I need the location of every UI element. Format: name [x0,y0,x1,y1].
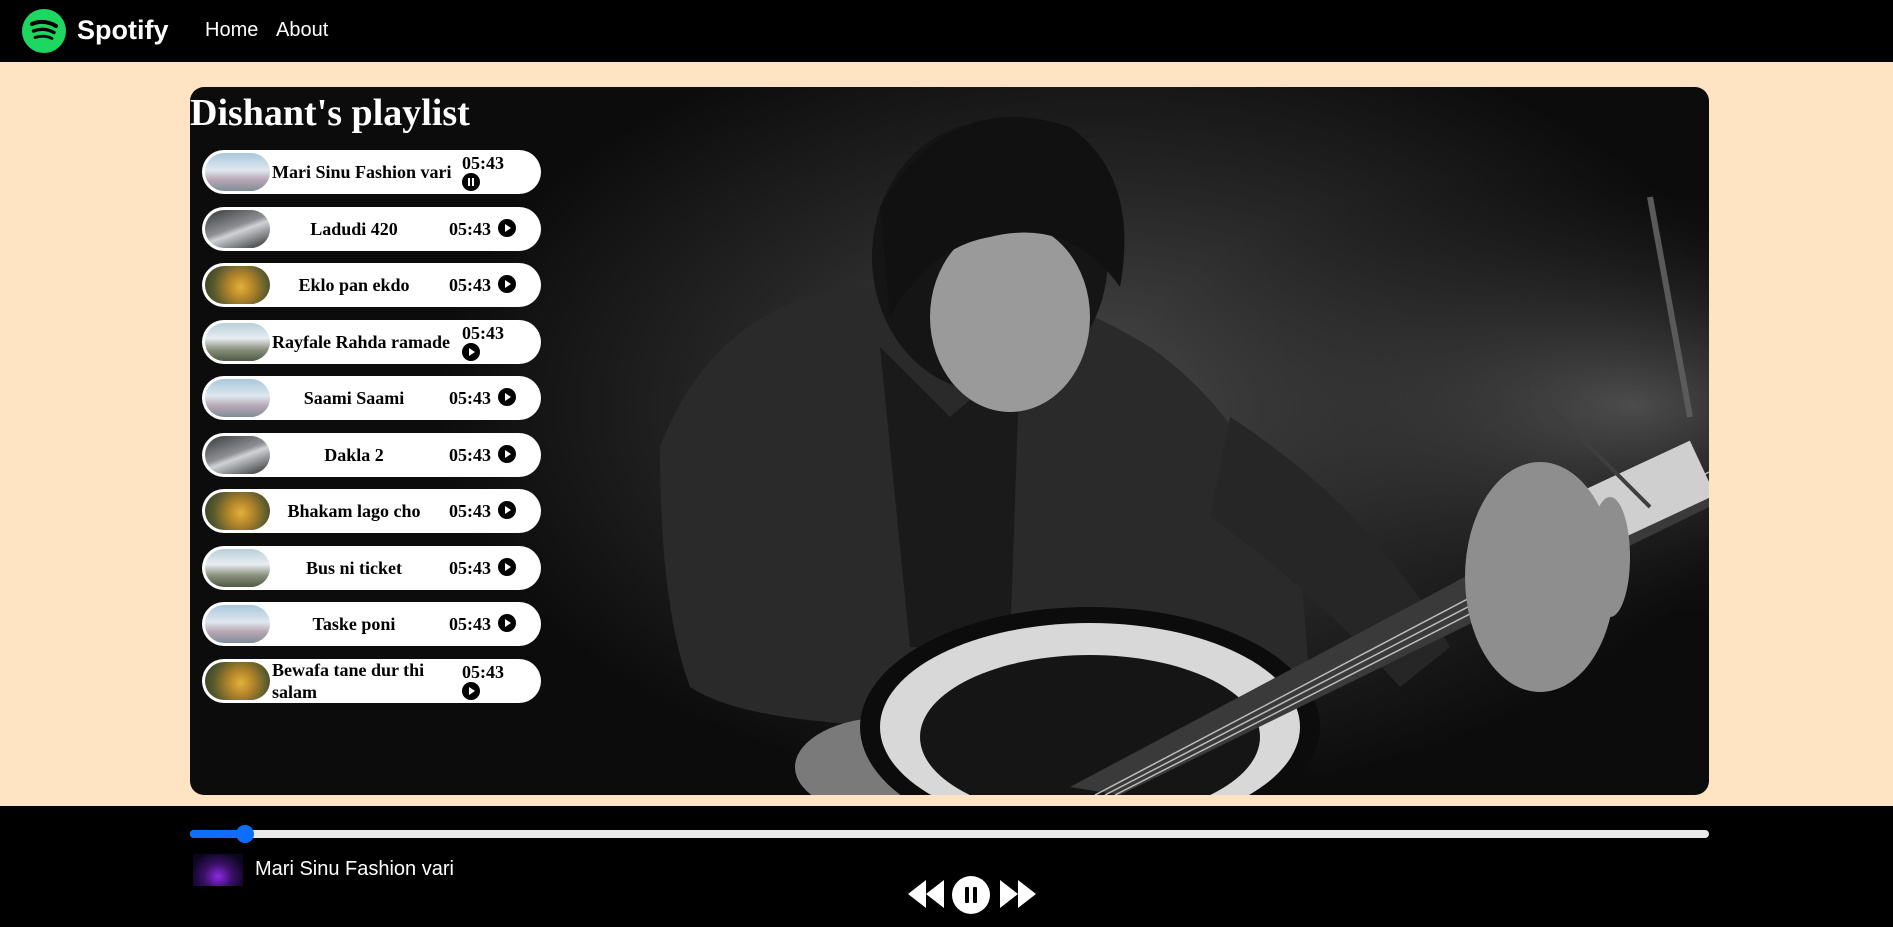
song-name: Mari Sinu Fashion vari [272,162,452,182]
song-name: Saami Saami [303,388,405,408]
song-duration: 05:43 [449,501,491,521]
brand-name[interactable]: Spotify [77,14,169,46]
song-duration: 05:43 [462,322,504,343]
song-duration: 05:43 [449,275,491,295]
song-name: Ladudi 420 [310,218,398,239]
song-duration: 05:43 [449,444,491,465]
song-cover-image [205,435,270,474]
song-item[interactable]: Taske poni 05:43 [202,602,541,646]
song-name: Rayfale Rahda ramade [272,331,450,352]
play-icon[interactable] [498,501,516,519]
song-name: Bewafa tane dur thi salam [272,659,425,702]
song-duration: 05:43 [449,388,491,408]
playlist-title: Dishant's playlist [190,92,470,134]
song-cover-image [205,379,270,417]
song-duration: 05:43 [449,614,491,634]
song-name: Dakla 2 [324,444,384,465]
navbar: Spotify Home About [0,0,1893,62]
song-cover-image [205,153,270,191]
song-cover-image [205,548,270,587]
player-bar: Mari Sinu Fashion vari [0,806,1893,927]
pause-icon[interactable] [462,173,480,191]
song-item[interactable]: Mari Sinu Fashion vari 05:43 [202,150,541,194]
song-item[interactable]: Eklo pan ekdo 05:43 [202,263,541,307]
song-name: Bus ni ticket [305,557,402,578]
forward-icon[interactable] [998,878,1038,910]
song-item[interactable]: Bewafa tane dur thi salam 05:43 [202,658,541,703]
song-item[interactable]: Rayfale Rahda ramade 05:43 [202,319,541,364]
playlist-panel: Dishant's playlist Mari Sinu Fashion var… [190,87,1709,795]
progress-bar[interactable] [190,825,1709,843]
song-name: Eklo pan ekdo [298,275,410,295]
song-duration: 05:43 [462,661,504,682]
song-cover-image [205,209,270,248]
backward-icon[interactable] [906,878,946,910]
play-icon[interactable] [462,342,480,361]
song-item[interactable]: Bus ni ticket 05:43 [202,545,541,590]
song-item[interactable]: Saami Saami 05:43 [202,376,541,420]
song-duration: 05:43 [449,218,491,239]
song-duration: 05:43 [449,557,491,578]
play-icon[interactable] [498,614,516,632]
play-icon[interactable] [498,388,516,406]
pause-icon[interactable] [952,876,990,914]
now-playing-gif [193,854,243,886]
play-icon[interactable] [498,275,516,293]
play-icon[interactable] [498,444,516,463]
song-name: Bhakam lago cho [287,501,421,521]
play-icon[interactable] [462,681,480,700]
song-cover-image [205,661,270,700]
song-duration: 05:43 [462,153,504,173]
play-icon[interactable] [498,557,516,576]
song-item[interactable]: Ladudi 420 05:43 [202,206,541,251]
song-item[interactable]: Dakla 2 05:43 [202,432,541,477]
song-cover-image [205,492,270,530]
nav-link-about[interactable]: About [276,18,328,42]
song-cover-image [205,605,270,643]
play-icon[interactable] [498,218,516,237]
now-playing-title: Mari Sinu Fashion vari [255,858,454,880]
progress-handle[interactable] [235,825,254,843]
nav-link-home[interactable]: Home [205,18,258,42]
song-cover-image [205,322,270,361]
song-item[interactable]: Bhakam lago cho 05:43 [202,489,541,533]
spotify-logo-icon[interactable] [22,9,66,53]
song-name: Taske poni [312,614,396,634]
song-cover-image [205,266,270,304]
